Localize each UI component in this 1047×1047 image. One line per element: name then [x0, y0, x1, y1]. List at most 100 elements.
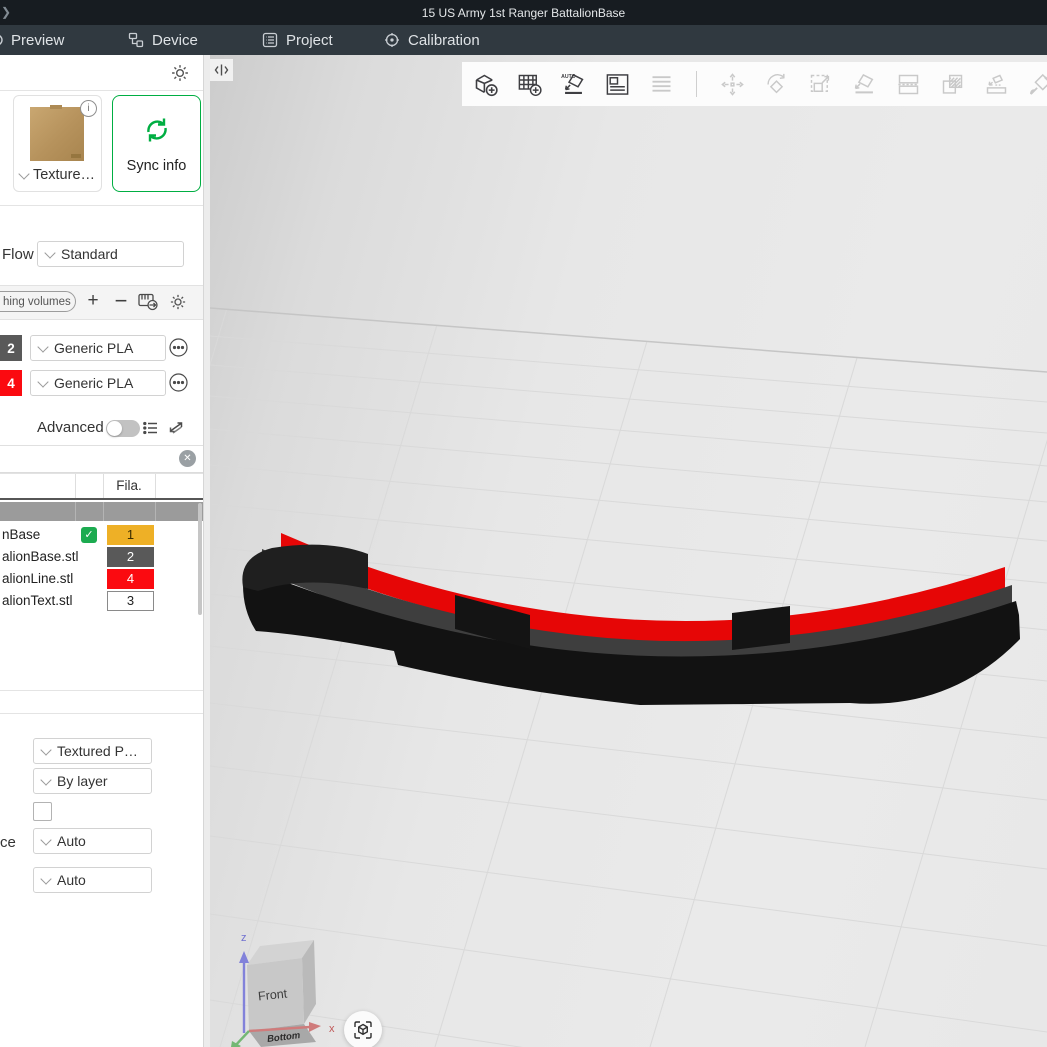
- toolbar-separator: [696, 71, 697, 97]
- flow-dropdown[interactable]: Standard: [37, 241, 184, 267]
- checked-icon[interactable]: ✓: [81, 527, 97, 543]
- scale-button[interactable]: [802, 66, 838, 102]
- x-axis-label: x: [329, 1023, 335, 1035]
- ams-icon[interactable]: [138, 293, 159, 314]
- slicer-window: ❯ 15 US Army 1st Ranger BattalionBase Pr…: [0, 0, 1047, 1047]
- slicing-mode-value: By layer: [57, 773, 108, 789]
- fill-dropdown[interactable]: Auto: [33, 867, 152, 893]
- collapse-arrow-icon[interactable]: ❯: [1, 5, 11, 19]
- split-button[interactable]: [978, 66, 1014, 102]
- clipped-setting-label: ce: [0, 834, 16, 851]
- filament-more-icon[interactable]: [169, 338, 188, 357]
- divider: [0, 690, 203, 691]
- remove-filament-button[interactable]: −: [110, 287, 132, 315]
- filament-swatch[interactable]: 4: [0, 370, 22, 396]
- selected-plate-row[interactable]: [0, 502, 203, 521]
- sync-label: Sync info: [127, 158, 187, 174]
- flow-label: Flow: [2, 246, 34, 263]
- chevron-down-icon: [40, 774, 51, 785]
- tab-label: Preview: [11, 32, 64, 49]
- window-title: 15 US Army 1st Ranger BattalionBase: [422, 6, 625, 20]
- slicing-mode-dropdown[interactable]: By layer: [33, 768, 152, 794]
- printer-settings-gear-icon[interactable]: [170, 63, 190, 83]
- chevron-down-icon: [40, 744, 51, 755]
- cut-button[interactable]: [890, 66, 926, 102]
- chevron-down-icon: [37, 376, 48, 387]
- layers-button[interactable]: [643, 66, 679, 102]
- add-filament-button[interactable]: +: [82, 287, 104, 315]
- sync-info-button[interactable]: Sync info: [112, 95, 201, 192]
- settings-checkbox[interactable]: [33, 802, 52, 821]
- rotate-button[interactable]: [758, 66, 794, 102]
- z-axis-label: z: [241, 932, 247, 944]
- tab-label: Project: [286, 32, 333, 49]
- add-plate-button[interactable]: [511, 66, 547, 102]
- chevron-down-icon: [40, 873, 51, 884]
- lay-flat-button[interactable]: [846, 66, 882, 102]
- collapse-panel-icon[interactable]: [210, 59, 233, 81]
- model-object[interactable]: [242, 533, 1020, 705]
- plate-edge: [210, 308, 1047, 372]
- tab-label: Device: [152, 32, 198, 49]
- tab-preview[interactable]: Preview: [0, 25, 64, 55]
- filament-more-icon[interactable]: [169, 373, 188, 392]
- filament-badge[interactable]: 3: [107, 591, 154, 611]
- support-dropdown[interactable]: Auto: [33, 828, 152, 854]
- filter-row[interactable]: ✕: [0, 445, 203, 473]
- table-scrollbar[interactable]: [198, 503, 202, 615]
- object-name: alionLine.stl: [2, 571, 73, 586]
- tab-calibration[interactable]: Calibration: [384, 25, 480, 55]
- chevron-down-icon: [37, 341, 48, 352]
- divider: [0, 713, 203, 714]
- auto-orient-button[interactable]: AUTO: [555, 66, 591, 102]
- object-row[interactable]: alionLine.stl 4: [0, 568, 203, 590]
- settings-list-icon[interactable]: [142, 419, 160, 437]
- viewport-3d[interactable]: AUTO: [210, 55, 1047, 1047]
- info-icon[interactable]: i: [80, 100, 97, 117]
- fill-value: Auto: [57, 872, 86, 888]
- title-bar: ❯ 15 US Army 1st Ranger BattalionBase: [0, 0, 1047, 25]
- device-icon: [128, 32, 144, 48]
- viewport-toolbar: AUTO: [462, 62, 1047, 106]
- filament-badge[interactable]: 2: [107, 547, 154, 567]
- object-row[interactable]: alionText.stl 3: [0, 590, 203, 612]
- tab-label: Calibration: [408, 32, 480, 49]
- advanced-toggle[interactable]: [106, 420, 140, 437]
- filament-badge[interactable]: 4: [107, 569, 154, 589]
- add-object-button[interactable]: [467, 66, 503, 102]
- toggle-knob: [107, 421, 122, 436]
- filament-column-header: Fila.: [103, 478, 155, 493]
- advanced-row: Advanced: [0, 412, 203, 446]
- flushing-volumes-button[interactable]: hing volumes: [0, 291, 76, 312]
- paint-button[interactable]: [1022, 66, 1047, 102]
- viewport-3d-scene[interactable]: [210, 55, 1047, 1047]
- object-row[interactable]: alionBase.stl 2: [0, 546, 203, 568]
- main-tab-bar: Preview Device Project Calibration: [0, 25, 1047, 55]
- plate-type-dropdown[interactable]: Textured P…: [33, 738, 152, 764]
- merge-button[interactable]: [934, 66, 970, 102]
- chevron-down-icon: [44, 247, 55, 258]
- filament-material: Generic PLA: [54, 340, 133, 356]
- filament-material-dropdown[interactable]: Generic PLA: [30, 335, 166, 361]
- tab-device[interactable]: Device: [128, 25, 198, 55]
- filament-badge[interactable]: 1: [107, 525, 154, 545]
- advanced-label: Advanced: [37, 419, 104, 436]
- filament-material-dropdown[interactable]: Generic PLA: [30, 370, 166, 396]
- filament-swatch[interactable]: 2: [0, 335, 22, 361]
- move-button[interactable]: [714, 66, 750, 102]
- filament-settings-gear-icon[interactable]: [169, 293, 187, 311]
- expert-mode-icon[interactable]: [167, 419, 185, 437]
- orbit-view-button[interactable]: [344, 1011, 382, 1047]
- flow-value: Standard: [61, 246, 118, 262]
- build-plate-selector[interactable]: i Texture…: [13, 95, 102, 192]
- clear-search-icon[interactable]: ✕: [179, 450, 196, 467]
- plate-label: Texture…: [33, 167, 95, 183]
- object-row[interactable]: nBase ✓ 1: [0, 524, 203, 546]
- plate-thumbnail: [30, 107, 84, 161]
- preview-icon: [0, 32, 3, 48]
- tab-project[interactable]: Project: [262, 25, 333, 55]
- filament-toolbar: hing volumes + −: [0, 285, 203, 320]
- filament-material: Generic PLA: [54, 375, 133, 391]
- support-value: Auto: [57, 833, 86, 849]
- arrange-button[interactable]: [599, 66, 635, 102]
